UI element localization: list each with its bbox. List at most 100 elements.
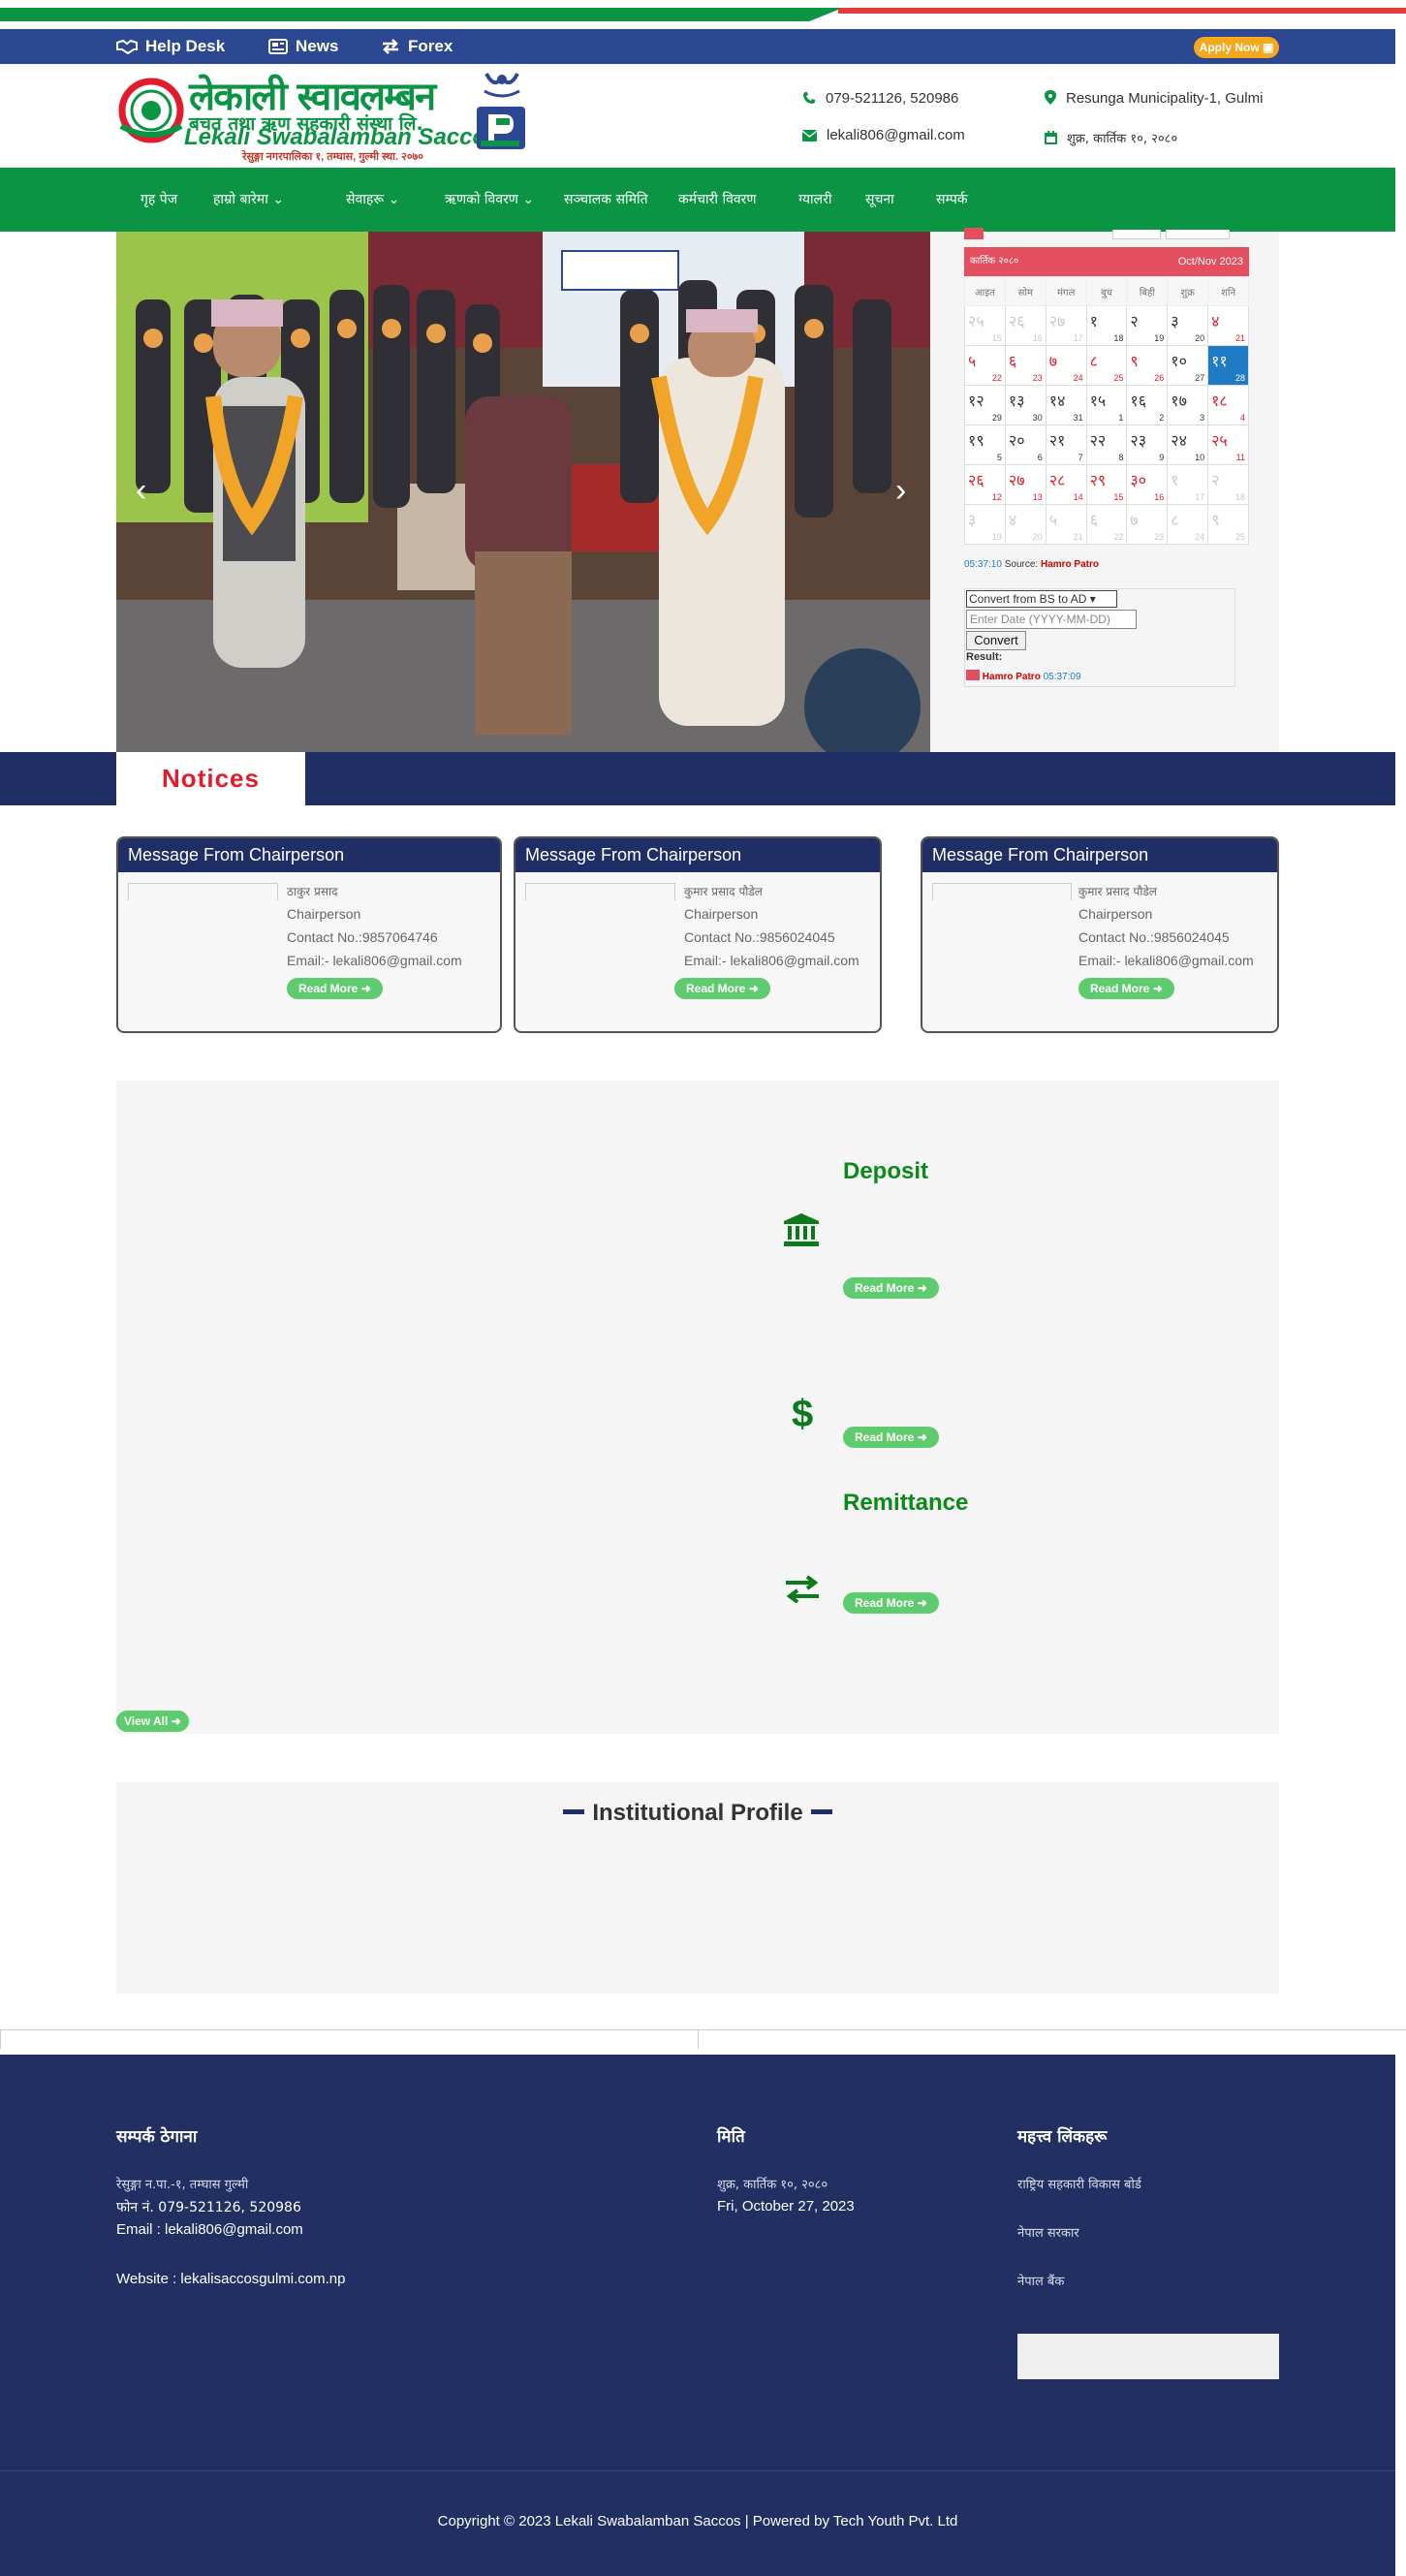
slider-next-arrow[interactable]: › bbox=[895, 472, 906, 510]
calendar-day[interactable]: ६ 22 bbox=[1085, 504, 1128, 545]
nav-item-board[interactable]: सञ्चालक समिति bbox=[564, 168, 648, 232]
calendar-day[interactable]: २८ 14 bbox=[1045, 464, 1087, 505]
calendar-day-english: 15 bbox=[991, 333, 1002, 343]
convert-button[interactable]: Convert bbox=[966, 631, 1026, 650]
nav-item-loans[interactable]: ऋणको विवरण ⌄ bbox=[445, 168, 534, 232]
calendar-day[interactable]: २३ 9 bbox=[1126, 424, 1169, 465]
calendar-day[interactable]: १२ 29 bbox=[964, 385, 1006, 425]
calendar-day[interactable]: २६ 16 bbox=[1004, 305, 1047, 346]
calendar-day[interactable]: २५ 15 bbox=[964, 305, 1006, 346]
footer-email[interactable]: Email : lekali806@gmail.com bbox=[116, 2221, 303, 2238]
calendar-day[interactable]: १ 17 bbox=[1167, 464, 1209, 505]
help-desk-link[interactable]: Help Desk bbox=[116, 29, 225, 64]
calendar-week: २५ 15 २६ 16 २७ 17 १ 18 २ 19 ३ 20 ४ 21 bbox=[964, 305, 1249, 346]
footer-link[interactable]: नेपाल बैंक bbox=[1017, 2272, 1064, 2289]
hero-slider[interactable]: ‹ › bbox=[116, 232, 930, 752]
calendar-day-nepali: २३ bbox=[1130, 431, 1147, 450]
header-email[interactable]: lekali806@gmail.com bbox=[801, 127, 965, 143]
year-select[interactable] bbox=[1112, 230, 1161, 239]
nav-item-contact[interactable]: सम्पर्क bbox=[936, 168, 968, 232]
calendar-day-english: 22 bbox=[991, 373, 1002, 383]
footer-link[interactable]: नेपाल सरकार bbox=[1017, 2223, 1079, 2241]
nav-item-gallery[interactable]: ग्यालरी bbox=[798, 168, 832, 232]
read-more-button[interactable]: Read More ➜ bbox=[1078, 978, 1174, 999]
nav-item-home[interactable]: गृह पेज bbox=[141, 168, 177, 232]
calendar-day[interactable]: ११ 28 bbox=[1207, 345, 1249, 386]
nav-item-services[interactable]: सेवाहरू ⌄ bbox=[346, 168, 399, 232]
calendar-day[interactable]: १५ 1 bbox=[1085, 385, 1128, 425]
read-more-label: Read More bbox=[686, 982, 746, 995]
converter-mode-select[interactable]: Convert from BS to AD ▾ bbox=[966, 590, 1117, 608]
arrow-right-icon: ➜ bbox=[917, 1281, 927, 1295]
calendar-day[interactable]: ५ 22 bbox=[964, 345, 1006, 386]
calendar-day[interactable]: २६ 12 bbox=[964, 464, 1006, 505]
message-card: Message From Chairperson कुमार प्रसाद पौ… bbox=[514, 836, 882, 1033]
footer-website[interactable]: Website : lekalisaccosgulmi.com.np bbox=[116, 2271, 345, 2287]
read-more-button[interactable]: Read More ➜ bbox=[843, 1592, 939, 1614]
card-role: Chairperson bbox=[684, 906, 759, 922]
calendar-day[interactable]: २५ 11 bbox=[1207, 424, 1249, 465]
calendar-day[interactable]: १९ 5 bbox=[964, 424, 1006, 465]
nav-item-about[interactable]: हाम्रो बारेमा ⌄ bbox=[213, 168, 284, 232]
read-more-button[interactable]: Read More ➜ bbox=[843, 1277, 939, 1299]
header-phone[interactable]: 079-521126, 520986 bbox=[802, 90, 958, 107]
calendar-day[interactable]: १८ 4 bbox=[1207, 385, 1249, 425]
chevron-down-icon: ⌄ bbox=[522, 192, 535, 207]
calendar-day[interactable]: ४ 20 bbox=[1004, 504, 1047, 545]
calendar-day[interactable]: २७ 13 bbox=[1004, 464, 1047, 505]
calendar-day[interactable]: १ 18 bbox=[1085, 305, 1128, 346]
services-section: Deposit Read More ➜ $ Read More ➜ Remitt… bbox=[116, 1081, 1279, 1734]
forex-link[interactable]: Forex bbox=[381, 29, 453, 64]
view-all-button[interactable]: View All ➜ bbox=[116, 1711, 189, 1732]
calendar-day[interactable]: ३० 16 bbox=[1126, 464, 1169, 505]
footer-link[interactable]: राष्ट्रिय सहकारी विकास बोर्ड bbox=[1017, 2175, 1141, 2192]
calendar-day[interactable]: २ 18 bbox=[1207, 464, 1249, 505]
apply-now-button[interactable]: Apply Now ▣ bbox=[1194, 37, 1279, 58]
calendar-day[interactable]: १७ 3 bbox=[1167, 385, 1209, 425]
calendar-day[interactable]: ३ 19 bbox=[964, 504, 1006, 545]
calendar-day[interactable]: ४ 21 bbox=[1207, 305, 1249, 346]
calendar-day[interactable]: ३ 20 bbox=[1167, 305, 1209, 346]
calendar-day[interactable]: ७ 23 bbox=[1126, 504, 1169, 545]
calendar-day[interactable]: ८ 24 bbox=[1167, 504, 1209, 545]
calendar-day[interactable]: २० 6 bbox=[1004, 424, 1047, 465]
calendar-day[interactable]: ७ 24 bbox=[1045, 345, 1087, 386]
calendar-day[interactable]: २४ 10 bbox=[1167, 424, 1209, 465]
news-link[interactable]: News bbox=[268, 29, 338, 64]
month-select[interactable] bbox=[1166, 230, 1230, 239]
calendar-day[interactable]: २७ 17 bbox=[1045, 305, 1087, 346]
calendar-day-nepali: १८ bbox=[1211, 392, 1228, 410]
read-more-label: Read More bbox=[855, 1430, 915, 1444]
site-logo[interactable]: लेकाली स्वावलम्बन बचत तथा ऋण सहकारी संस्… bbox=[116, 68, 500, 167]
calendar-day[interactable]: १० 27 bbox=[1167, 345, 1209, 386]
calendar-day[interactable]: ६ 23 bbox=[1004, 345, 1047, 386]
banner-image-left bbox=[0, 2029, 698, 2049]
calendar-day[interactable]: ९ 26 bbox=[1126, 345, 1169, 386]
calendar-day[interactable]: २२ 8 bbox=[1085, 424, 1128, 465]
nav-item-staff[interactable]: कर्मचारी विवरण bbox=[678, 168, 756, 232]
calendar-day-english: 16 bbox=[1154, 492, 1165, 502]
calendar-day[interactable]: ५ 21 bbox=[1045, 504, 1087, 545]
read-more-button[interactable]: Read More ➜ bbox=[287, 978, 383, 999]
calendar-day-english: 1 bbox=[1118, 413, 1124, 423]
calendar-day[interactable]: २९ 15 bbox=[1085, 464, 1128, 505]
read-more-button[interactable]: Read More ➜ bbox=[674, 978, 770, 999]
calendar-day[interactable]: १३ 30 bbox=[1004, 385, 1047, 425]
notices-title[interactable]: Notices bbox=[116, 752, 305, 805]
calendar-day-english: 8 bbox=[1118, 453, 1124, 462]
calendar-day[interactable]: ८ 25 bbox=[1085, 345, 1128, 386]
calendar-day-english: 24 bbox=[1073, 373, 1083, 383]
nav-item-notice[interactable]: सूचना bbox=[865, 168, 894, 232]
read-more-button[interactable]: Read More ➜ bbox=[843, 1427, 939, 1448]
calendar-day[interactable]: १६ 2 bbox=[1126, 385, 1169, 425]
calendar-day[interactable]: १४ 31 bbox=[1045, 385, 1087, 425]
calendar-day[interactable]: ९ 25 bbox=[1207, 504, 1249, 545]
converter-date-input[interactable]: Enter Date (YYYY-MM-DD) bbox=[966, 610, 1137, 629]
calendar-source-link[interactable]: Hamro Patro bbox=[1041, 559, 1099, 570]
calendar-day-nepali: २ bbox=[1211, 471, 1220, 489]
slider-prev-arrow[interactable]: ‹ bbox=[136, 472, 146, 510]
calendar-day[interactable]: २ 19 bbox=[1126, 305, 1169, 346]
calendar-day-nepali: १७ bbox=[1171, 392, 1187, 410]
calendar-day[interactable]: २१ 7 bbox=[1045, 424, 1087, 465]
converter-source-link[interactable]: Hamro Patro bbox=[983, 672, 1041, 682]
